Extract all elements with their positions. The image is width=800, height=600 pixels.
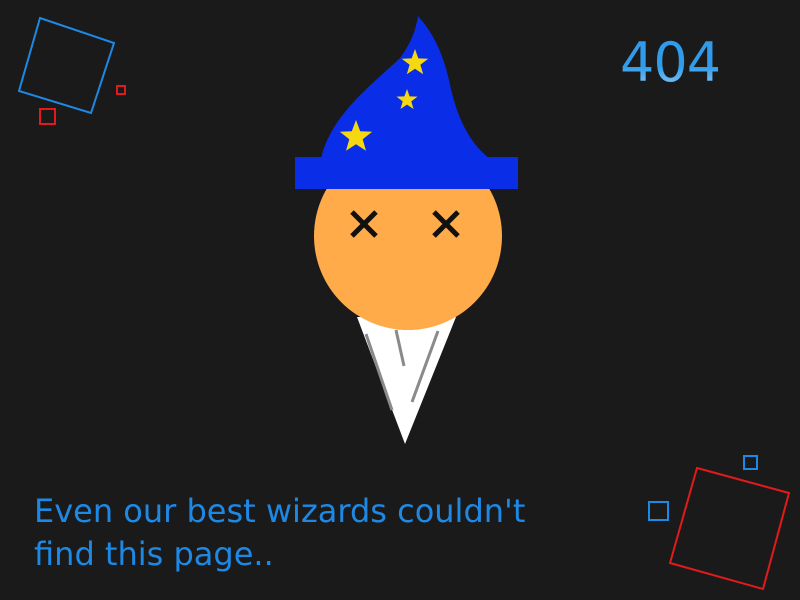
error-code: 404 xyxy=(620,30,730,96)
error-message: Even our best wizards couldn't find this… xyxy=(34,492,526,573)
error-page: 404 Even our best wizards couldn't find … xyxy=(0,0,800,600)
cone-icon xyxy=(357,317,456,444)
